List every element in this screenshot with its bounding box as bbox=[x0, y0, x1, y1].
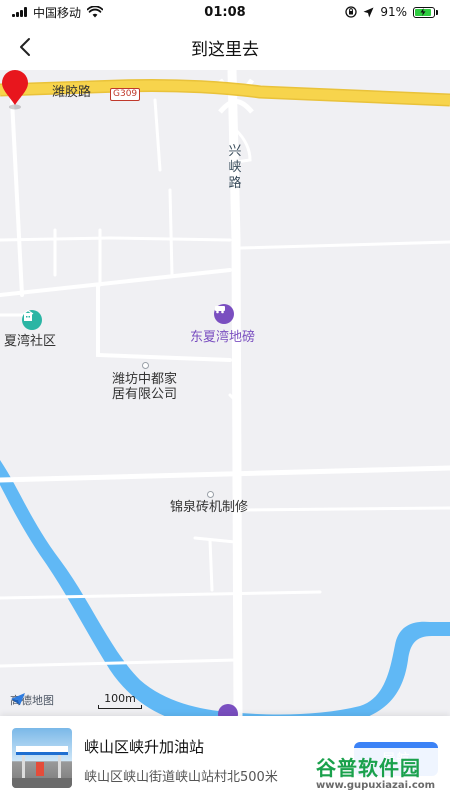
poi-label-weifang-zhongdu-2: 居有限公司 bbox=[112, 387, 178, 402]
map-scale-label: 100m bbox=[104, 692, 136, 705]
watermark-logo: 谷普软件园 www.gupuxiazai.com bbox=[308, 748, 450, 800]
destination-marker-icon[interactable] bbox=[0, 70, 30, 110]
road-label-xingxia: 兴 峡 路 bbox=[228, 144, 242, 191]
wifi-icon bbox=[87, 6, 104, 18]
poi-dot-weifang-zhongdu[interactable] bbox=[142, 362, 149, 369]
poi-dot-jinquan-brick[interactable] bbox=[207, 491, 214, 498]
destination-name: 峡山区峡升加油站 bbox=[84, 738, 205, 756]
poi-label-dongxiawan-weighbridge: 东夏湾地磅 bbox=[190, 330, 256, 345]
poi-label-jinquan-brick: 锦泉砖机制修 bbox=[170, 500, 249, 515]
location-arrow-icon bbox=[363, 7, 374, 17]
battery-icon bbox=[413, 6, 438, 18]
road-label-weijiao: 潍胶路 bbox=[52, 85, 92, 100]
page-title: 到这里去 bbox=[191, 39, 259, 60]
watermark-url: www.gupuxiazai.com bbox=[316, 780, 436, 791]
amap-logo: 高德地图 bbox=[10, 692, 54, 708]
back-button[interactable] bbox=[10, 32, 40, 62]
amap-logo-icon bbox=[11, 693, 25, 705]
map-view[interactable]: 潍胶路 G309 兴 峡 路 夏湾社区 东夏湾地磅 潍坊中都家 居有限公司 锦泉… bbox=[0, 70, 450, 716]
orientation-lock-icon bbox=[345, 6, 357, 18]
status-left: 中国移动 bbox=[12, 4, 104, 21]
destination-address: 峡山区峡山街道峡山站村北500米 bbox=[84, 770, 278, 785]
carrier-label: 中国移动 bbox=[33, 5, 82, 20]
chevron-left-icon bbox=[20, 38, 30, 56]
poi-label-xiawan-community: 夏湾社区 bbox=[4, 334, 57, 349]
community-icon[interactable] bbox=[22, 310, 42, 330]
poi-label-weifang-zhongdu-1: 潍坊中都家 bbox=[112, 372, 178, 387]
status-bar: 中国移动 01:08 91% bbox=[0, 0, 450, 24]
signal-icon bbox=[12, 7, 27, 17]
watermark-title: 谷普软件园 bbox=[316, 756, 421, 780]
map-scale-bar bbox=[98, 705, 142, 709]
nav-bar: 到这里去 bbox=[0, 24, 450, 70]
weighbridge-icon[interactable] bbox=[214, 304, 234, 324]
road-shield-g309: G309 bbox=[110, 88, 141, 101]
map-canvas bbox=[0, 70, 450, 716]
destination-thumbnail bbox=[12, 728, 72, 788]
status-right: 91% bbox=[345, 5, 438, 19]
river bbox=[0, 460, 450, 716]
battery-percent: 91% bbox=[380, 5, 407, 19]
map-scale: 100m bbox=[98, 692, 142, 709]
